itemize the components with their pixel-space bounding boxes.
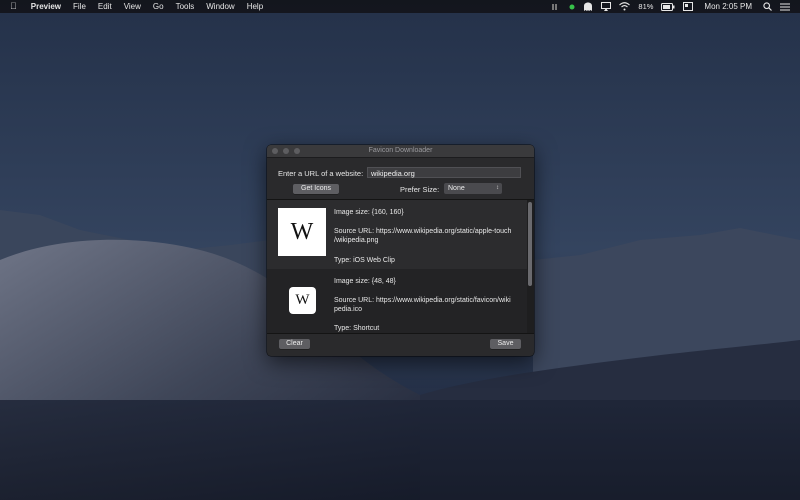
wikipedia-logo-icon: W (290, 218, 314, 245)
ghost-icon[interactable] (579, 2, 597, 12)
search-icon[interactable] (759, 2, 776, 11)
menu-app-name[interactable]: Preview (25, 0, 67, 13)
menu-list-icon[interactable] (776, 3, 794, 11)
menu-bar:  Preview File Edit View Go Tools Window… (0, 0, 800, 13)
green-dot-icon[interactable] (565, 4, 579, 10)
window-title: Favicon Downloader (368, 147, 433, 154)
menu-help[interactable]: Help (241, 0, 269, 13)
menu-edit[interactable]: Edit (92, 0, 118, 13)
scrollbar[interactable] (528, 202, 532, 286)
prefer-size-select[interactable]: None ↕ (444, 183, 502, 194)
list-item[interactable]: W Image size: {160, 160} Source URL: htt… (267, 200, 527, 269)
clock[interactable]: Mon 2:05 PM (697, 0, 759, 13)
airplay-icon[interactable] (597, 2, 615, 11)
prefer-size-value: None (448, 185, 465, 192)
results-list[interactable]: W Image size: {160, 160} Source URL: htt… (267, 199, 534, 334)
apple-icon[interactable]:  (0, 0, 25, 13)
favicon-thumbnail: W (289, 287, 316, 314)
title-bar[interactable]: Favicon Downloader (267, 145, 534, 158)
wikipedia-logo-icon: W (295, 292, 310, 308)
menu-file[interactable]: File (67, 0, 92, 13)
get-icons-button[interactable]: Get Icons (293, 184, 339, 194)
wifi-icon[interactable] (615, 2, 634, 11)
screen-icon[interactable] (679, 2, 697, 11)
battery-percent[interactable]: 81% (634, 0, 657, 13)
menu-window[interactable]: Window (200, 0, 240, 13)
favicon-downloader-window: Favicon Downloader Enter a URL of a webs… (267, 145, 534, 356)
status-bars-icon[interactable] (548, 3, 565, 11)
type-text: Type: Shortcut (334, 325, 380, 332)
menu-tools[interactable]: Tools (170, 0, 201, 13)
source-url-text-cont: pedia.ico (334, 306, 363, 313)
url-input[interactable]: wikipedia.org (367, 167, 521, 178)
url-label: Enter a URL of a website: (278, 169, 364, 178)
menu-go[interactable]: Go (147, 0, 170, 13)
favicon-thumbnail: W (278, 208, 326, 256)
type-text: Type: iOS Web Clip (334, 257, 395, 264)
chevron-updown-icon: ↕ (496, 185, 499, 191)
save-button[interactable]: Save (490, 339, 521, 349)
clear-button[interactable]: Clear (279, 339, 310, 349)
menu-view[interactable]: View (118, 0, 147, 13)
image-size-text: Image size: {48, 48} (334, 278, 396, 285)
image-size-text: Image size: {160, 160} (334, 209, 404, 216)
source-url-text-cont: /wikipedia.png (334, 237, 379, 244)
prefer-size-label: Prefer Size: (400, 185, 440, 194)
battery-icon[interactable] (657, 2, 679, 11)
list-item[interactable]: W Image size: {48, 48} Source URL: https… (267, 269, 527, 333)
